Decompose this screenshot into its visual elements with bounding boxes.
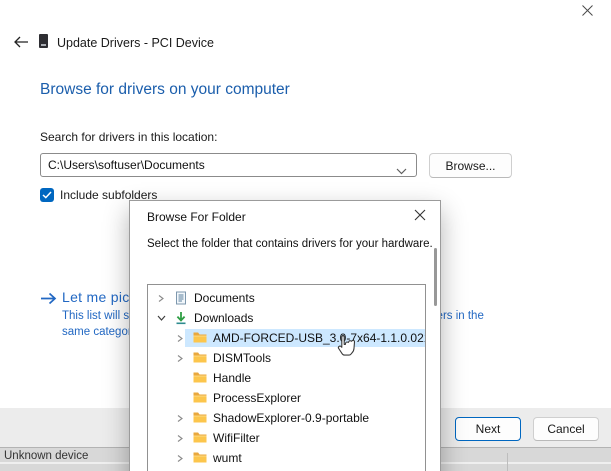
- tree-item[interactable]: wumt: [148, 448, 425, 468]
- hand-cursor: [335, 333, 357, 362]
- tree-item[interactable]: AMD-FORCED-USB_3.0-7x64-1.1.0.0210_: [148, 328, 425, 348]
- arrow-right-icon: [40, 292, 57, 310]
- tree-item[interactable]: Downloads: [148, 308, 425, 328]
- driver-location-input[interactable]: [48, 154, 398, 176]
- tree-item-label: ShadowExplorer-0.9-portable: [213, 411, 369, 425]
- statusbar-separator: [507, 453, 508, 471]
- statusbar-text: Unknown device: [4, 450, 88, 462]
- tree-item-label: ProcessExplorer: [213, 391, 301, 405]
- chevron-down-icon[interactable]: [396, 162, 407, 180]
- folder-icon: [193, 411, 207, 425]
- screen: Update Drivers - PCI Device Browse for d…: [0, 0, 611, 471]
- folder-icon: [193, 351, 207, 365]
- close-icon: [414, 208, 426, 226]
- page-title: Browse for drivers on your computer: [40, 81, 290, 99]
- folder-tree: Documents Downloads: [147, 284, 426, 471]
- tree-item[interactable]: Handle: [148, 368, 425, 388]
- folder-icon: [193, 391, 207, 405]
- folder-icon: [193, 331, 207, 345]
- tree-expander-chevron-icon[interactable]: [175, 434, 185, 443]
- tree-expander-chevron-icon[interactable]: [156, 314, 166, 322]
- tree-item[interactable]: WifiFilter: [148, 428, 425, 448]
- folder-icon: [193, 371, 207, 385]
- tree-item-label: AMD-FORCED-USB_3.0-7x64-1.1.0.0210_: [213, 331, 425, 345]
- downloads-icon: [174, 311, 188, 325]
- arrow-left-icon: [12, 38, 30, 55]
- include-subfolders-checkbox[interactable]: [40, 188, 54, 202]
- next-button[interactable]: Next: [455, 417, 521, 441]
- driver-location-combobox[interactable]: [40, 153, 417, 177]
- browse-for-folder-dialog: Browse For Folder Select the folder that…: [129, 200, 441, 471]
- tree-item-label: DISMTools: [213, 351, 271, 365]
- cancel-button[interactable]: Cancel: [533, 417, 599, 441]
- documents-icon: [174, 291, 188, 305]
- folder-icon: [193, 451, 207, 465]
- tree-item[interactable]: Documents: [148, 288, 425, 308]
- dialog-close-button[interactable]: [411, 208, 429, 226]
- back-button[interactable]: [12, 33, 30, 51]
- tree-item-label: wumt: [213, 451, 242, 465]
- close-icon: [581, 4, 594, 22]
- tree-item-label: Downloads: [194, 311, 253, 325]
- dialog-title: Browse For Folder: [147, 210, 246, 224]
- tree-expander-chevron-icon[interactable]: [156, 294, 166, 303]
- tree-expander-chevron-icon[interactable]: [175, 414, 185, 423]
- window-close-button[interactable]: [577, 4, 597, 22]
- folder-icon: [193, 431, 207, 445]
- tree-item[interactable]: ShadowExplorer-0.9-portable: [148, 408, 425, 428]
- tree-item[interactable]: ProcessExplorer: [148, 388, 425, 408]
- tree-item-label: Documents: [194, 291, 255, 305]
- tree-item-label: Handle: [213, 371, 251, 385]
- wizard-title: Update Drivers - PCI Device: [57, 36, 214, 50]
- checkmark-icon: [42, 186, 52, 204]
- browse-button[interactable]: Browse...: [429, 153, 512, 178]
- search-location-label: Search for drivers in this location:: [40, 130, 217, 144]
- tree-expander-chevron-icon[interactable]: [175, 334, 185, 343]
- tree-item-label: WifiFilter: [213, 431, 260, 445]
- tree-scrollbar-thumb[interactable]: [434, 248, 437, 306]
- tree-item[interactable]: DISMTools: [148, 348, 425, 368]
- driver-device-icon: [39, 34, 48, 48]
- tree-expander-chevron-icon[interactable]: [175, 454, 185, 463]
- tree-expander-chevron-icon[interactable]: [175, 354, 185, 363]
- dialog-instruction: Select the folder that contains drivers …: [147, 238, 433, 250]
